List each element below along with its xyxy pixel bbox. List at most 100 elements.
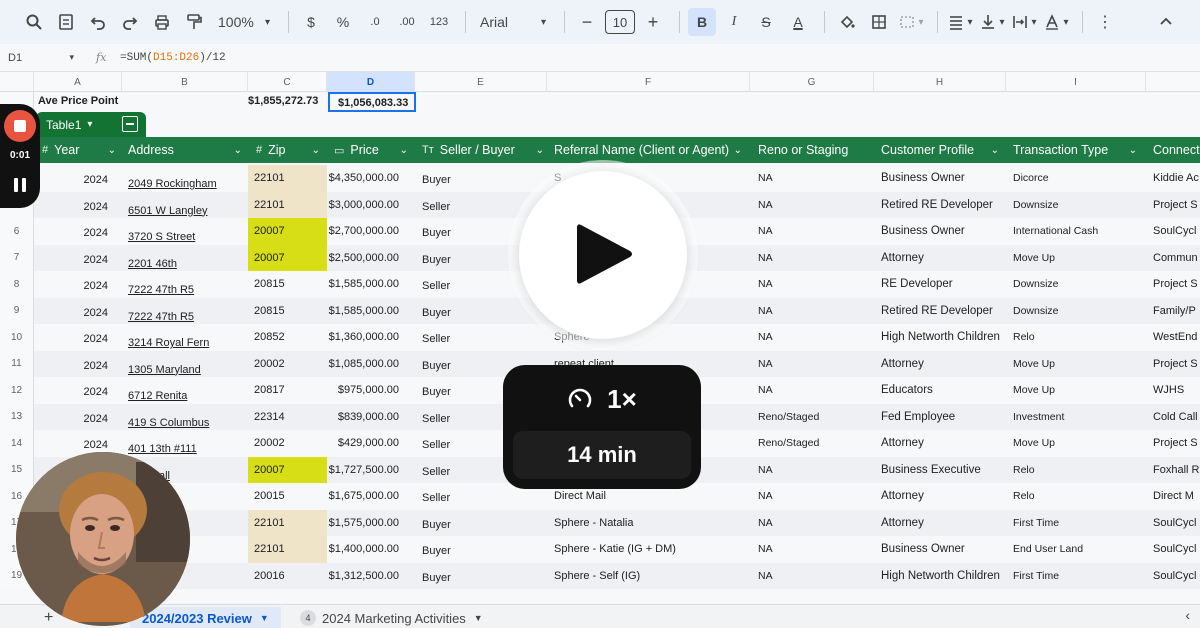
cell-price[interactable]: $1,360,000.00 bbox=[327, 324, 405, 351]
playback-speed-button[interactable]: 1× bbox=[503, 379, 701, 419]
summary-d-value[interactable]: $1,056,083.33 bbox=[328, 92, 416, 112]
cell-reno[interactable]: Reno/Staged bbox=[758, 430, 876, 457]
text-wrap-icon[interactable] bbox=[1010, 8, 1038, 36]
italic-button[interactable]: I bbox=[720, 8, 748, 36]
cell-zip[interactable]: 20015 bbox=[248, 483, 327, 510]
cell-transaction-type[interactable]: Downsize bbox=[1013, 192, 1147, 219]
bold-button[interactable]: B bbox=[688, 8, 716, 36]
cell-profile[interactable]: High Networth Children bbox=[881, 563, 1007, 590]
cell-referral[interactable]: Sphere - Katie (IG + DM) bbox=[554, 536, 748, 563]
cell-connection[interactable]: Commun bbox=[1153, 245, 1200, 272]
percent-format-button[interactable]: % bbox=[329, 8, 357, 36]
cell-zip[interactable]: 22101 bbox=[248, 165, 327, 192]
cell-transaction-type[interactable]: Move Up bbox=[1013, 377, 1147, 404]
row-header[interactable]: 6 bbox=[0, 218, 34, 245]
cell-zip[interactable]: 20007 bbox=[248, 218, 327, 245]
cell-transaction-type[interactable]: Downsize bbox=[1013, 298, 1147, 325]
cell-transaction-type[interactable]: Relo bbox=[1013, 324, 1147, 351]
cell-year[interactable]: 2024 bbox=[34, 377, 114, 404]
cell-price[interactable]: $1,585,000.00 bbox=[327, 298, 405, 325]
column-header[interactable]: C bbox=[248, 72, 327, 92]
cell-address[interactable]: 6501 W Langley bbox=[128, 192, 250, 219]
cell-reno[interactable]: NA bbox=[758, 192, 876, 219]
merge-cells-icon[interactable] bbox=[897, 8, 925, 36]
cell-price[interactable]: $1,575,000.00 bbox=[327, 510, 405, 537]
column-header[interactable]: G bbox=[750, 72, 874, 92]
cell-connection[interactable]: Family/P bbox=[1153, 298, 1200, 325]
cell-price[interactable]: $429,000.00 bbox=[327, 430, 405, 457]
cell-zip[interactable]: 20007 bbox=[248, 456, 327, 483]
row-header[interactable]: 15 bbox=[0, 456, 34, 483]
print-icon[interactable] bbox=[148, 8, 176, 36]
cell-address[interactable]: 2049 Rockingham bbox=[128, 165, 250, 192]
cell-address[interactable]: 3720 S Street bbox=[128, 218, 250, 245]
text-color-button[interactable]: A bbox=[784, 8, 812, 36]
column-header[interactable]: E bbox=[415, 72, 547, 92]
cell-transaction-type[interactable]: End User Land bbox=[1013, 536, 1147, 563]
cell-transaction-type[interactable]: First Time bbox=[1013, 510, 1147, 537]
row-header[interactable]: 10 bbox=[0, 324, 34, 351]
cell-connection[interactable]: Project S bbox=[1153, 192, 1200, 219]
cell-profile[interactable]: High Networth Children bbox=[881, 324, 1007, 351]
cell-price[interactable]: $839,000.00 bbox=[327, 404, 405, 431]
cell-year[interactable]: 2024 bbox=[34, 351, 114, 378]
cell-address[interactable]: 7222 47th R5 bbox=[128, 298, 250, 325]
cell-reno[interactable]: NA bbox=[758, 483, 876, 510]
cell-reno[interactable]: NA bbox=[758, 271, 876, 298]
cell-price[interactable]: $1,312,500.00 bbox=[327, 563, 405, 590]
cell-zip[interactable]: 20002 bbox=[248, 430, 327, 457]
cell-transaction-type[interactable]: Investment bbox=[1013, 404, 1147, 431]
cell-transaction-type[interactable]: Relo bbox=[1013, 457, 1147, 484]
cell-price[interactable]: $1,585,000.00 bbox=[327, 271, 405, 298]
font-select[interactable]: Arial ▾ bbox=[474, 8, 552, 36]
cell-price[interactable]: $1,400,000.00 bbox=[327, 536, 405, 563]
cell-reno[interactable]: NA bbox=[758, 510, 876, 537]
cell-address[interactable]: 6712 Renita bbox=[128, 377, 250, 404]
column-header[interactable]: A bbox=[34, 72, 122, 92]
header-seller-buyer[interactable]: Tт Seller / Buyer ⌄ bbox=[422, 137, 550, 163]
row-header[interactable]: 9 bbox=[0, 297, 34, 324]
add-sheet-button[interactable]: + bbox=[44, 609, 53, 627]
summary-c-value[interactable]: $1,855,272.73 bbox=[248, 95, 318, 107]
collapse-toolbar-icon[interactable] bbox=[1152, 8, 1180, 36]
header-customer-profile[interactable]: Customer Profile ⌄ bbox=[881, 137, 1005, 163]
cell-transaction-type[interactable]: Move Up bbox=[1013, 351, 1147, 378]
more-options-icon[interactable]: ⋮ bbox=[1091, 8, 1119, 36]
pause-icon[interactable] bbox=[14, 178, 26, 192]
cell-referral[interactable]: Sphere - Self (IG) bbox=[554, 563, 748, 590]
column-header[interactable]: D bbox=[327, 72, 415, 92]
font-size-increase-button[interactable]: + bbox=[639, 8, 667, 36]
cell-zip[interactable]: 20815 bbox=[248, 271, 327, 298]
column-header[interactable]: I bbox=[1006, 72, 1146, 92]
cell-price[interactable]: $2,500,000.00 bbox=[327, 245, 405, 272]
cell-profile[interactable]: Attorney bbox=[881, 483, 1007, 510]
cell-zip[interactable]: 22101 bbox=[248, 536, 327, 563]
cell-reno[interactable]: NA bbox=[758, 165, 876, 192]
cell-year[interactable]: 2024 bbox=[34, 245, 114, 272]
cell-connection[interactable]: Cold Call bbox=[1153, 404, 1200, 431]
cell-address[interactable]: 401 13th #111 bbox=[128, 430, 250, 457]
row-header[interactable]: 12 bbox=[0, 377, 34, 404]
cell-year[interactable]: 2024 bbox=[34, 404, 114, 431]
column-header[interactable]: F bbox=[547, 72, 750, 92]
zoom-select[interactable]: 100% ▾ bbox=[212, 8, 276, 36]
font-size-decrease-button[interactable]: − bbox=[573, 8, 601, 36]
name-box[interactable]: D1 ▾ bbox=[0, 52, 80, 64]
header-year[interactable]: # Year ⌄ bbox=[42, 137, 122, 163]
cell-reno[interactable]: NA bbox=[758, 536, 876, 563]
sheet-tab[interactable]: 4 2024 Marketing Activities ▼ bbox=[300, 607, 483, 628]
cell-year[interactable]: 2024 bbox=[34, 218, 114, 245]
cell-transaction-type[interactable]: First Time bbox=[1013, 563, 1147, 590]
cell-connection[interactable]: Project S bbox=[1153, 271, 1200, 298]
cell-connection[interactable]: Direct M bbox=[1153, 483, 1200, 510]
header-zip[interactable]: # Zip ⌄ bbox=[256, 137, 326, 163]
paint-format-icon[interactable] bbox=[180, 8, 208, 36]
cell-profile[interactable]: Attorney bbox=[881, 430, 1007, 457]
number-format-button[interactable]: 123 bbox=[425, 8, 453, 36]
cell-connection[interactable]: Foxhall R bbox=[1153, 457, 1200, 484]
cell-zip[interactable]: 20852 bbox=[248, 324, 327, 351]
select-all-corner[interactable] bbox=[0, 72, 34, 92]
cell-profile[interactable]: Business Owner bbox=[881, 218, 1007, 245]
text-rotation-icon[interactable] bbox=[1042, 8, 1070, 36]
cell-profile[interactable]: Attorney bbox=[881, 351, 1007, 378]
